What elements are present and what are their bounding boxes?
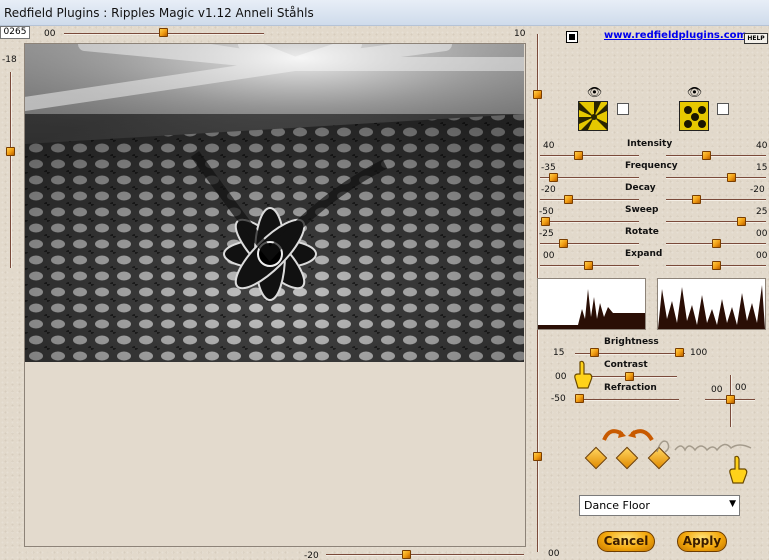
sweep-left-value: -50 bbox=[539, 207, 554, 217]
refraction-thumb[interactable] bbox=[575, 394, 584, 403]
intensity-right-value: 40 bbox=[756, 141, 768, 151]
bottom-slider-track[interactable] bbox=[326, 554, 524, 556]
signature bbox=[655, 434, 755, 456]
frequency-right-track[interactable] bbox=[666, 177, 766, 179]
rotate-left-track[interactable] bbox=[540, 243, 639, 245]
rotate-left-value: -25 bbox=[539, 229, 554, 239]
cross-slider-right-value: 00 bbox=[735, 383, 747, 393]
preview-image bbox=[25, 44, 524, 362]
expand-left-thumb[interactable] bbox=[584, 261, 593, 270]
pattern-thumb-right[interactable] bbox=[679, 101, 709, 131]
dice-icon[interactable] bbox=[584, 446, 608, 470]
right-vertical-bottom-label: 00 bbox=[548, 549, 560, 559]
bottom-slider-label: -20 bbox=[304, 551, 319, 560]
contrast-thumb[interactable] bbox=[625, 372, 634, 381]
right-vertical-thumb-bottom[interactable] bbox=[533, 452, 542, 461]
eye-icon[interactable]: 👁 bbox=[587, 86, 602, 98]
contrast-label: Contrast bbox=[604, 360, 648, 370]
refraction-label: Refraction bbox=[604, 383, 657, 393]
cancel-button[interactable]: Cancel bbox=[597, 531, 655, 552]
rotate-label: Rotate bbox=[625, 227, 659, 237]
top-right-label: 10 bbox=[514, 29, 526, 39]
brightness-label: Brightness bbox=[604, 337, 659, 347]
brightness-right-value: 100 bbox=[690, 348, 708, 358]
preset-dropdown[interactable]: Dance Floor ▼ bbox=[579, 495, 740, 516]
rotate-right-value: 00 bbox=[756, 229, 768, 239]
brightness-thumb-right[interactable] bbox=[675, 348, 684, 357]
left-slider-label: -18 bbox=[2, 55, 17, 65]
brightness-thumb-left[interactable] bbox=[590, 348, 599, 357]
intensity-left-thumb[interactable] bbox=[574, 151, 583, 160]
hand-pointer-icon bbox=[572, 360, 594, 393]
pattern-right-checkbox[interactable] bbox=[717, 103, 729, 115]
undo-arrows-icon[interactable] bbox=[600, 424, 656, 447]
sweep-right-value: 25 bbox=[756, 207, 768, 217]
preview-render bbox=[25, 44, 524, 362]
title-bar: Redfield Plugins : Ripples Magic v1.12 A… bbox=[0, 0, 769, 26]
decay-right-thumb[interactable] bbox=[692, 195, 701, 204]
preset-selected-value: Dance Floor bbox=[584, 499, 650, 512]
frequency-left-thumb[interactable] bbox=[549, 173, 558, 182]
intensity-right-track[interactable] bbox=[666, 155, 766, 157]
apply-button[interactable]: Apply bbox=[677, 531, 727, 552]
sweep-right-thumb[interactable] bbox=[737, 217, 746, 226]
website-link[interactable]: www.redfieldplugins.com bbox=[604, 30, 747, 41]
chevron-down-icon[interactable]: ▼ bbox=[729, 499, 736, 509]
waveform-right bbox=[657, 278, 766, 330]
sweep-left-track[interactable] bbox=[540, 221, 639, 223]
refraction-track[interactable] bbox=[575, 399, 679, 401]
top-slider-label: 00 bbox=[44, 29, 56, 39]
frequency-left-value: -35 bbox=[541, 163, 556, 173]
rotate-left-thumb[interactable] bbox=[559, 239, 568, 248]
pattern-swirl-icon bbox=[579, 102, 607, 130]
sweep-label: Sweep bbox=[625, 205, 659, 215]
pattern-thumb-left[interactable] bbox=[578, 101, 608, 131]
cross-slider-thumb[interactable] bbox=[726, 395, 735, 404]
left-slider-thumb[interactable] bbox=[6, 147, 15, 156]
decay-left-thumb[interactable] bbox=[564, 195, 573, 204]
top-slider-thumb[interactable] bbox=[159, 28, 168, 37]
decay-label: Decay bbox=[625, 183, 656, 193]
frequency-label: Frequency bbox=[625, 161, 678, 171]
help-button[interactable]: HELP bbox=[744, 33, 768, 44]
waveform-left bbox=[537, 278, 646, 330]
cross-slider-left-value: 00 bbox=[711, 385, 723, 395]
right-vertical-thumb-top[interactable] bbox=[533, 90, 542, 99]
decay-left-value: -20 bbox=[541, 185, 556, 195]
frequency-right-value: 15 bbox=[756, 163, 768, 173]
color-chip[interactable] bbox=[566, 31, 578, 43]
sweep-left-thumb[interactable] bbox=[541, 217, 550, 226]
decay-right-value: -20 bbox=[750, 185, 765, 195]
frequency-right-thumb[interactable] bbox=[727, 173, 736, 182]
intensity-left-track[interactable] bbox=[540, 155, 639, 157]
expand-label: Expand bbox=[625, 249, 663, 259]
decay-right-track[interactable] bbox=[666, 199, 766, 201]
expand-left-value: 00 bbox=[543, 251, 555, 261]
decay-left-track[interactable] bbox=[540, 199, 639, 201]
dice-icon[interactable] bbox=[615, 446, 639, 470]
pattern-left-checkbox[interactable] bbox=[617, 103, 629, 115]
intensity-left-value: 40 bbox=[543, 141, 555, 151]
intensity-label: Intensity bbox=[627, 139, 673, 149]
window-title: Redfield Plugins : Ripples Magic v1.12 A… bbox=[4, 6, 314, 20]
expand-right-value: 00 bbox=[756, 251, 768, 261]
brightness-left-value: 15 bbox=[553, 348, 565, 358]
intensity-right-thumb[interactable] bbox=[702, 151, 711, 160]
left-slider-track[interactable] bbox=[10, 72, 12, 268]
bottom-slider-thumb[interactable] bbox=[402, 550, 411, 559]
contrast-left-value: 00 bbox=[555, 372, 567, 382]
seed-value-box[interactable]: 0265 bbox=[0, 26, 30, 39]
hand-pointer-icon bbox=[727, 455, 749, 488]
sweep-right-track[interactable] bbox=[666, 221, 766, 223]
rotate-right-thumb[interactable] bbox=[712, 239, 721, 248]
eye-icon[interactable]: 👁 bbox=[687, 86, 702, 98]
expand-right-thumb[interactable] bbox=[712, 261, 721, 270]
waveform-left-graph bbox=[538, 289, 645, 329]
pattern-dots-icon bbox=[680, 102, 708, 130]
refraction-left-value: -50 bbox=[551, 394, 566, 404]
waveform-right-graph bbox=[658, 285, 765, 329]
